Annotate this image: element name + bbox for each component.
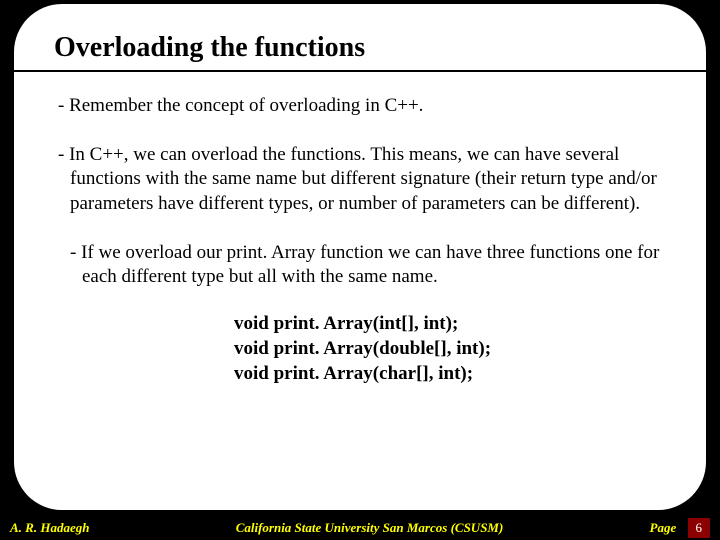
slide: Overloading the functions - Remember the… (0, 0, 720, 540)
footer-institution: California State University San Marcos (… (89, 520, 649, 536)
footer: A. R. Hadaegh California State Universit… (0, 516, 720, 540)
code-block: void print. Array(int[], int); void prin… (234, 312, 666, 386)
slide-title: Overloading the functions (54, 32, 666, 64)
content-card: Overloading the functions - Remember the… (14, 4, 706, 510)
bullet-1: - Remember the concept of overloading in… (70, 94, 666, 119)
page-number: 6 (688, 518, 711, 538)
footer-author: A. R. Hadaegh (10, 520, 89, 536)
title-underline (14, 70, 706, 72)
code-line-1: void print. Array(int[], int); (234, 312, 666, 337)
code-line-3: void print. Array(char[], int); (234, 362, 666, 387)
bullet-2: - In C++, we can overload the functions.… (70, 143, 666, 217)
footer-page: Page 6 (650, 518, 710, 538)
code-line-2: void print. Array(double[], int); (234, 337, 666, 362)
bullet-3: - If we overload our print. Array functi… (82, 241, 666, 290)
page-label: Page (650, 520, 677, 535)
